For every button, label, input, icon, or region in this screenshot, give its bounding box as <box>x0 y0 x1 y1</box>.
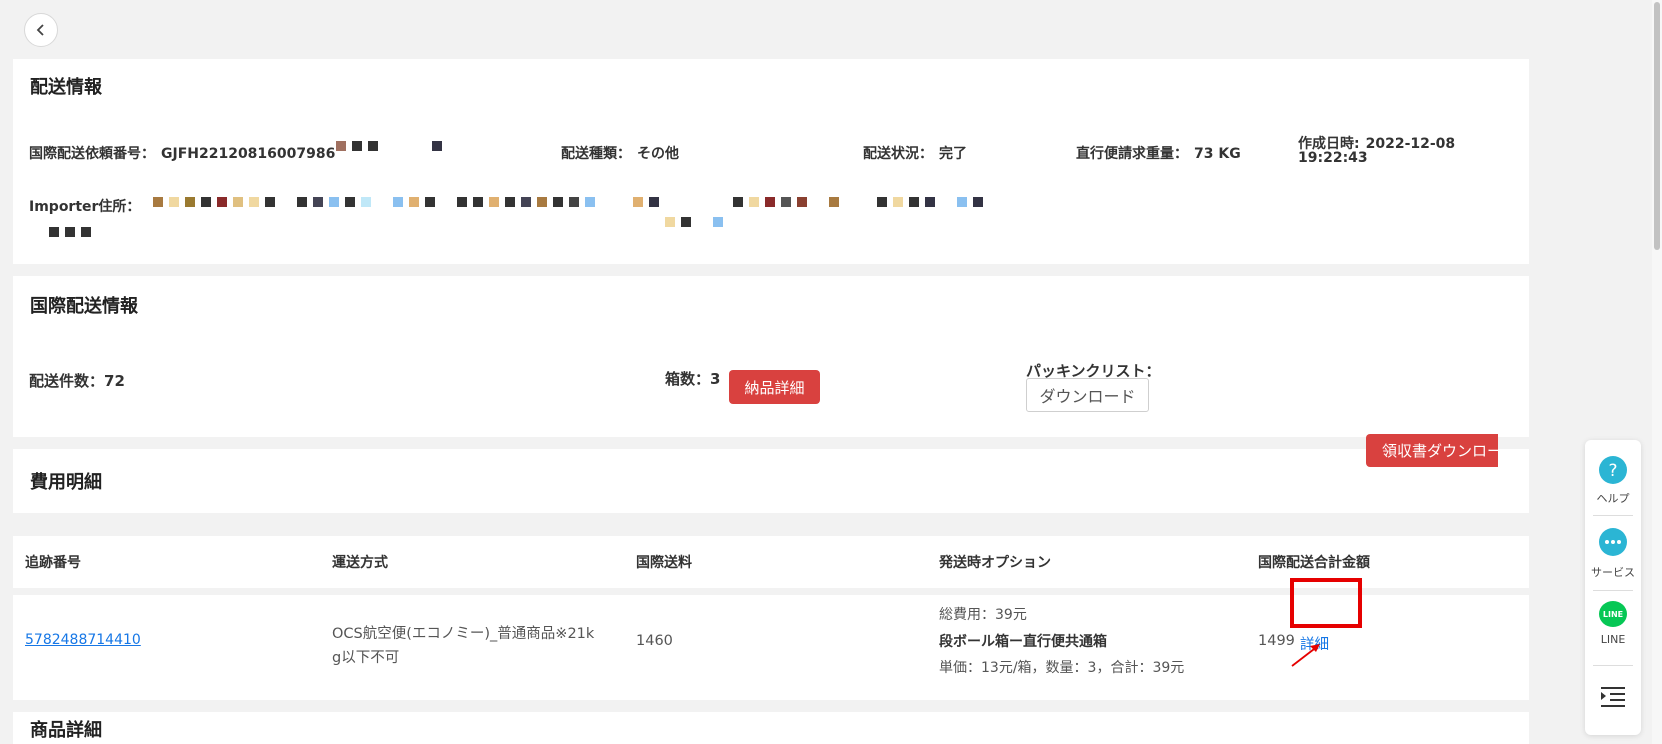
col-header-options: 発送時オプション <box>939 555 1051 571</box>
service-item[interactable]: サービス <box>1585 526 1641 580</box>
intl-shipping-card: 国際配送情報 配送件数：72 箱数：3 納品詳細 パッキンクリスト： ダウンロー… <box>13 276 1529 437</box>
menu-indent-icon <box>1601 687 1625 707</box>
redacted-address-line-4 <box>665 217 729 227</box>
redacted-address-line-2 <box>733 197 989 207</box>
service-label: サービス <box>1591 566 1635 579</box>
annotation-arrow-icon <box>1291 644 1320 667</box>
created-at-field: 作成日時: 2022-12-08 19:22:43 <box>1298 137 1455 165</box>
request-no-value: GJFH22120816007986 <box>161 146 336 162</box>
delivery-type-label: 配送種類： <box>561 146 631 162</box>
line-label: LINE <box>1600 633 1626 646</box>
delivery-type-field: 配送種類： その他 <box>561 143 679 163</box>
delivery-status-value: 完了 <box>939 146 967 162</box>
packing-list-download-button[interactable]: ダウンロード <box>1026 378 1149 412</box>
box-count-field: 箱数：3 <box>665 368 720 389</box>
product-details-title: 商品詳細 <box>30 720 102 741</box>
billed-weight-field: 直行便請求重量： 73 KG <box>1076 143 1241 163</box>
delivery-status-label: 配送状況： <box>863 146 933 162</box>
importer-address-label: Importer住所： <box>29 199 141 215</box>
shipment-count-label: 配送件数： <box>29 372 105 390</box>
chevron-left-icon <box>36 24 44 36</box>
shipment-count-value: 72 <box>104 372 125 390</box>
option-name: 段ボール箱ー直行便共通箱 <box>939 634 1107 650</box>
shipping-method-cell: OCS航空便(エコノミー)_普通商品※21k g以下不可 <box>332 622 594 670</box>
fee-details-title: 費用明細 <box>30 472 102 493</box>
col-header-tracking: 追跡番号 <box>25 555 81 571</box>
created-at-time: 19:22:43 <box>1298 150 1368 166</box>
box-count-label: 箱数： <box>665 370 711 388</box>
col-header-total: 国際配送合計金額 <box>1258 555 1370 571</box>
back-button[interactable] <box>24 13 58 47</box>
chat-icon <box>1599 528 1627 556</box>
receipt-download-button[interactable]: 領収書ダウンロード <box>1366 434 1498 467</box>
shipment-count-field: 配送件数：72 <box>29 370 125 391</box>
scrollbar[interactable] <box>1652 0 1662 744</box>
tracking-number-link[interactable]: 5782488714410 <box>25 632 141 648</box>
floating-sidebar: ? ヘルプ サービス LINE LINE <box>1585 440 1641 735</box>
request-no-field: 国際配送依頼番号： GJFH22120816007986 <box>29 143 335 163</box>
col-header-intl-fee: 国際送料 <box>636 555 692 571</box>
line-icon: LINE <box>1599 601 1627 627</box>
sidebar-divider <box>1593 590 1633 591</box>
billed-weight-value: 73 KG <box>1194 146 1241 162</box>
menu-toggle-item[interactable] <box>1585 686 1641 708</box>
option-total-cost: 総費用：39元 <box>939 607 1027 623</box>
redacted-address-line-3 <box>49 227 97 237</box>
shipping-info-title: 配送情報 <box>30 77 102 98</box>
intl-fee-cell: 1460 <box>636 633 673 649</box>
col-header-method: 運送方式 <box>332 555 388 571</box>
sidebar-divider <box>1593 515 1633 516</box>
product-details-card: 商品詳細 <box>13 712 1529 744</box>
line-item[interactable]: LINE LINE <box>1585 601 1641 646</box>
billed-weight-label: 直行便請求重量： <box>1076 146 1188 162</box>
delivery-type-value: その他 <box>637 146 679 162</box>
redacted-block <box>336 141 448 151</box>
fee-details-card: 費用明細 <box>13 449 1529 513</box>
shipping-method-line1: OCS航空便(エコノミー)_普通商品※21k <box>332 626 595 642</box>
scrollbar-thumb[interactable] <box>1654 2 1660 250</box>
redacted-address-line <box>153 197 665 207</box>
request-no-label: 国際配送依頼番号： <box>29 146 155 162</box>
help-label: ヘルプ <box>1596 492 1630 505</box>
sidebar-divider <box>1593 665 1633 666</box>
shipping-method-line2: g以下不可 <box>332 650 400 666</box>
delivery-detail-button[interactable]: 納品詳細 <box>729 370 820 404</box>
help-item[interactable]: ? ヘルプ <box>1585 454 1641 506</box>
created-at-date: 2022-12-08 <box>1365 136 1456 152</box>
help-icon: ? <box>1599 456 1627 484</box>
intl-shipping-title: 国際配送情報 <box>30 296 138 317</box>
highlight-box <box>1290 578 1362 628</box>
svg-text:?: ? <box>1608 461 1617 481</box>
box-count-value: 3 <box>710 370 721 388</box>
shipping-info-card: 配送情報 国際配送依頼番号： GJFH22120816007986 配送種類： その… <box>13 59 1529 264</box>
option-detail: 単価：13元/箱，数量：3，合計：39元 <box>939 660 1185 676</box>
delivery-status-field: 配送状況： 完了 <box>863 143 967 163</box>
